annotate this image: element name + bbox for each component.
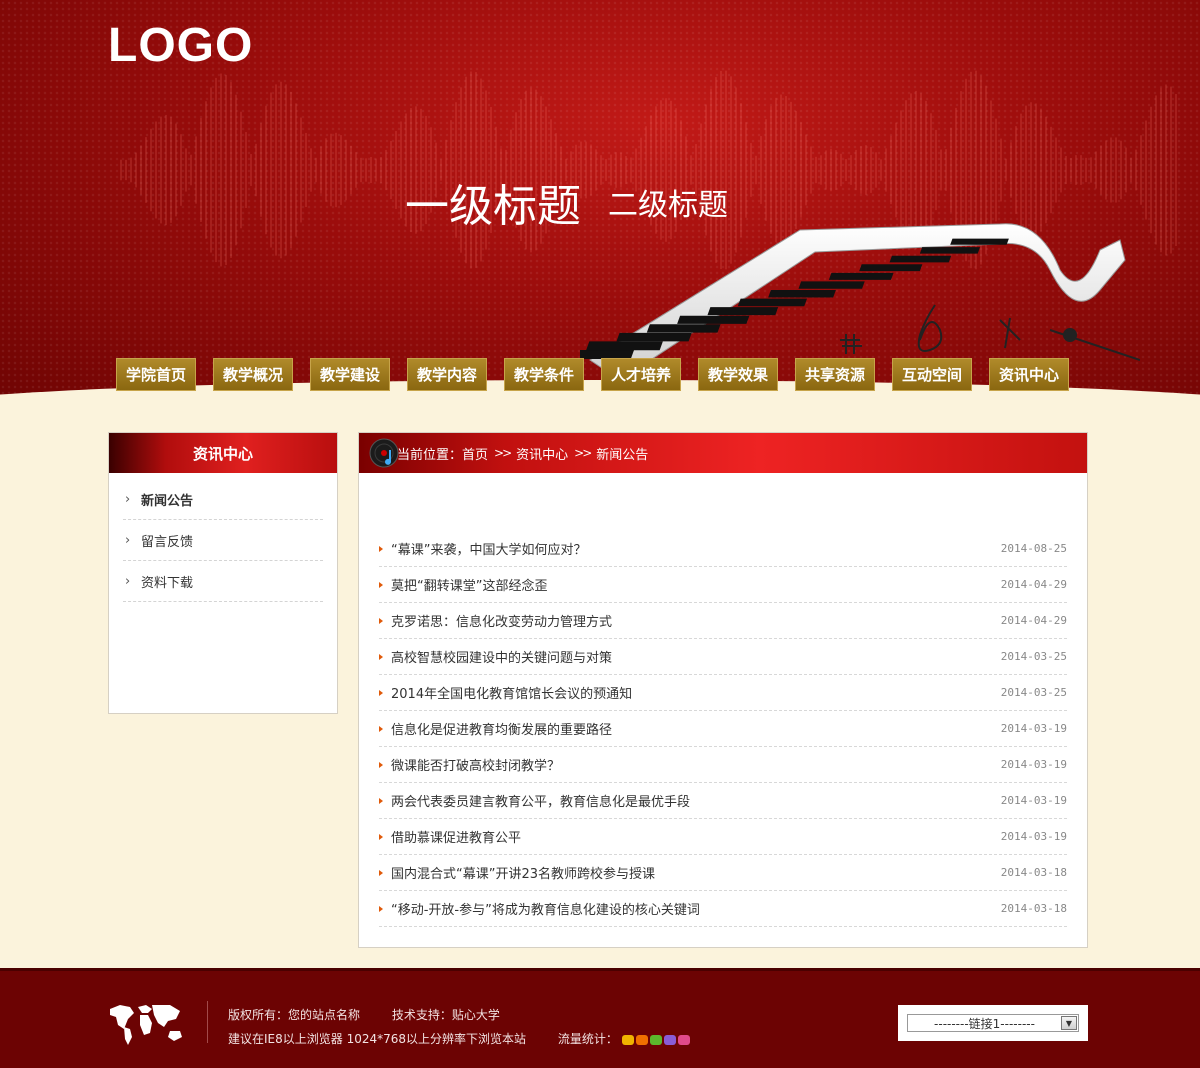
traffic-label: 流量统计： <box>557 1032 618 1046</box>
news-date: 2014-08-25 <box>1000 542 1067 555</box>
news-row[interactable]: 莫把“翻转课堂”这部经念歪 2014-04-29 <box>379 567 1067 603</box>
news-date: 2014-04-29 <box>1000 578 1067 591</box>
news-row[interactable]: “幕课”来袭，中国大学如何应对？ 2014-08-25 <box>379 531 1067 567</box>
bullet-arrow-icon <box>379 797 383 804</box>
news-row[interactable]: 2014年全国电化教育馆馆长会议的预通知 2014-03-25 <box>379 675 1067 711</box>
nav-item[interactable]: 互动空间 <box>892 358 972 391</box>
footer-divider <box>207 1001 208 1043</box>
breadcrumb: 当前位置： 首页 >> 资讯中心 >> 新闻公告 <box>359 433 1087 473</box>
bullet-arrow-icon <box>379 581 383 588</box>
news-row[interactable]: “移动-开放-参与”将成为教育信息化建设的核心关键词 2014-03-18 <box>379 891 1067 927</box>
chevron-right-icon: › <box>125 532 131 548</box>
nav-item[interactable]: 共享资源 <box>795 358 875 391</box>
bullet-arrow-icon <box>379 869 383 876</box>
news-title[interactable]: “移动-开放-参与”将成为教育信息化建设的核心关键词 <box>391 899 700 918</box>
news-row[interactable]: 借助慕课促进教育公平 2014-03-19 <box>379 819 1067 855</box>
nav-item[interactable]: 人才培养 <box>601 358 681 391</box>
traffic-stat-icons[interactable] <box>621 1034 690 1045</box>
sidebar-item-label: 资料下载 <box>141 575 194 591</box>
news-title[interactable]: “幕课”来袭，中国大学如何应对？ <box>391 539 586 558</box>
breadcrumb-home[interactable]: 首页 <box>462 444 488 463</box>
news-date: 2014-03-18 <box>1000 866 1067 879</box>
news-list: “幕课”来袭，中国大学如何应对？ 2014-08-25 莫把“翻转课堂”这部经念歪 2… <box>359 473 1087 927</box>
sidebar-item-label: 留言反馈 <box>141 534 194 550</box>
bullet-arrow-icon <box>379 833 383 840</box>
news-row[interactable]: 信息化是促进教育均衡发展的重要路径 2014-03-19 <box>379 711 1067 747</box>
browser-note: 建议在IE8以上浏览器 1024*768以上分辨率下浏览本站 <box>228 1032 527 1046</box>
news-row[interactable]: 两会代表委员建言教育公平，教育信息化是最优手段 2014-03-19 <box>379 783 1067 819</box>
main-nav: 学院首页 教学概况 教学建设 教学内容 教学条件 人才培养 教学效果 共享资源 互动空间 资讯中心 <box>116 358 1069 391</box>
sidebar-item[interactable]: › 资料下载 <box>123 561 323 602</box>
breadcrumb-prefix: 当前位置： <box>397 447 463 463</box>
news-date: 2014-03-19 <box>1000 794 1067 807</box>
news-row[interactable]: 微课能否打破高校封闭教学？ 2014-03-19 <box>379 747 1067 783</box>
news-title[interactable]: 克罗诺思：信息化改变劳动力管理方式 <box>391 611 612 630</box>
bullet-arrow-icon <box>379 617 383 624</box>
breadcrumb-separator-icon: >> <box>494 446 512 460</box>
world-map-icon <box>110 1005 182 1045</box>
news-date: 2014-03-18 <box>1000 902 1067 915</box>
chevron-right-icon: › <box>125 573 131 589</box>
news-row[interactable]: 高校智慧校园建设中的关键问题与对策 2014-03-25 <box>379 639 1067 675</box>
site-logo[interactable]: LOGO <box>108 18 253 73</box>
bullet-arrow-icon <box>379 653 383 660</box>
disc-icon <box>369 438 399 468</box>
nav-item[interactable]: 教学概况 <box>213 358 293 391</box>
news-date: 2014-03-19 <box>1000 758 1067 771</box>
news-title[interactable]: 微课能否打破高校封闭教学？ <box>391 755 560 774</box>
breadcrumb-section[interactable]: 资讯中心 <box>516 444 568 463</box>
chevron-down-icon[interactable]: ▼ <box>1061 1016 1077 1030</box>
header-banner: LOGO 一级标题 二级标题 学院首页 教学概况 教学建设 教学内容 教学条件 人才培养教… <box>0 0 1200 410</box>
chevron-right-icon: › <box>125 491 131 507</box>
news-date: 2014-03-19 <box>1000 722 1067 735</box>
sidebar-item[interactable]: › 新闻公告 <box>123 479 323 520</box>
copyright-text: 版权所有：您的站点名称 <box>228 1008 361 1022</box>
main-panel: 当前位置： 首页 >> 资讯中心 >> 新闻公告 “幕课”来袭，中国大学如何应对… <box>358 432 1088 948</box>
news-title[interactable]: 两会代表委员建言教育公平，教育信息化是最优手段 <box>391 791 690 810</box>
bullet-arrow-icon <box>379 905 383 912</box>
news-row[interactable]: 克罗诺思：信息化改变劳动力管理方式 2014-04-29 <box>379 603 1067 639</box>
sidebar-title: 资讯中心 <box>109 433 337 473</box>
bullet-arrow-icon <box>379 725 383 732</box>
bullet-arrow-icon <box>379 689 383 696</box>
news-title[interactable]: 信息化是促进教育均衡发展的重要路径 <box>391 719 612 738</box>
nav-item[interactable]: 学院首页 <box>116 358 196 391</box>
footer-info: 版权所有：您的站点名称 技术支持：贴心大学 建议在IE8以上浏览器 1024*7… <box>228 1003 718 1051</box>
nav-item[interactable]: 教学内容 <box>407 358 487 391</box>
link-box: --------链接1-------- ▼ <box>898 1005 1088 1041</box>
sidebar-item[interactable]: › 留言反馈 <box>123 520 323 561</box>
nav-item[interactable]: 教学条件 <box>504 358 584 391</box>
news-date: 2014-03-25 <box>1000 686 1067 699</box>
breadcrumb-separator-icon: >> <box>574 446 592 460</box>
news-row[interactable]: 国内混合式“幕课”开讲23名教师跨校参与授课 2014-03-18 <box>379 855 1067 891</box>
tech-support-text: 技术支持：贴心大学 <box>391 1008 500 1022</box>
links-dropdown[interactable]: --------链接1-------- ▼ <box>907 1014 1079 1032</box>
news-date: 2014-04-29 <box>1000 614 1067 627</box>
nav-item[interactable]: 资讯中心 <box>989 358 1069 391</box>
news-title[interactable]: 高校智慧校园建设中的关键问题与对策 <box>391 647 612 666</box>
news-title[interactable]: 莫把“翻转课堂”这部经念歪 <box>391 575 547 594</box>
news-title[interactable]: 国内混合式“幕课”开讲23名教师跨校参与授课 <box>391 863 655 882</box>
news-title[interactable]: 2014年全国电化教育馆馆长会议的预通知 <box>391 683 632 702</box>
sidebar: 资讯中心 › 新闻公告 › 留言反馈 › 资料下载 <box>108 432 338 714</box>
footer: 版权所有：您的站点名称 技术支持：贴心大学 建议在IE8以上浏览器 1024*7… <box>0 968 1200 1068</box>
sidebar-item-label: 新闻公告 <box>141 493 194 509</box>
banner-title-main: 一级标题 <box>405 181 581 232</box>
sidebar-list: › 新闻公告 › 留言反馈 › 资料下载 <box>109 473 337 602</box>
news-date: 2014-03-19 <box>1000 830 1067 843</box>
news-title[interactable]: 借助慕课促进教育公平 <box>391 827 521 846</box>
bullet-arrow-icon <box>379 545 383 552</box>
news-date: 2014-03-25 <box>1000 650 1067 663</box>
breadcrumb-current[interactable]: 新闻公告 <box>596 444 648 463</box>
nav-item[interactable]: 教学建设 <box>310 358 390 391</box>
nav-item[interactable]: 教学效果 <box>698 358 778 391</box>
links-dropdown-value: --------链接1-------- <box>934 1016 1035 1031</box>
bullet-arrow-icon <box>379 761 383 768</box>
